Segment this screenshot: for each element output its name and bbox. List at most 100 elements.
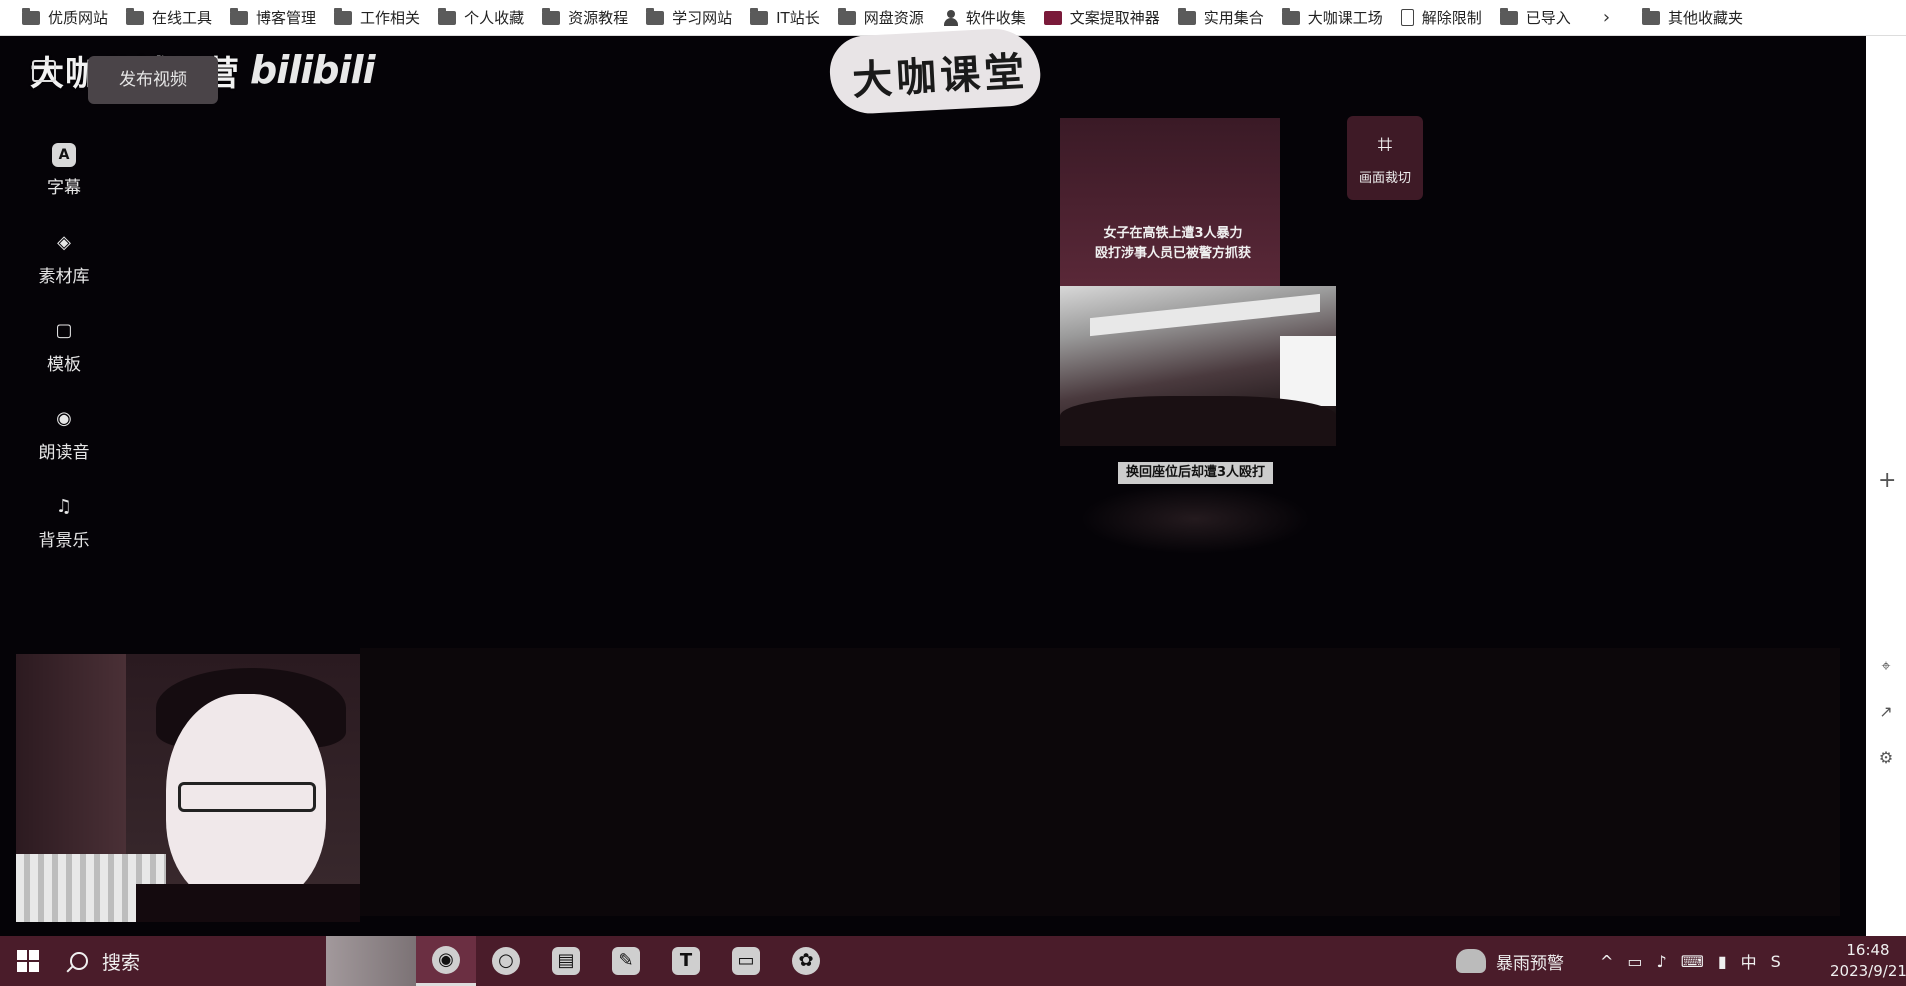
- chrome-app-icon: ○: [492, 947, 520, 975]
- preview-frame-image: [1060, 286, 1336, 446]
- sidebar-item-icon: ♫: [55, 496, 73, 517]
- sidebar-item-icon: ◉: [56, 408, 72, 429]
- timeline-panel[interactable]: [360, 648, 1840, 916]
- browser-side-panel: + ⌖ ↗ ⚙: [1866, 36, 1906, 936]
- clock-time: 16:48: [1846, 941, 1890, 959]
- bookmark-item[interactable]: 工作相关: [326, 0, 430, 36]
- bookmark-item[interactable]: 实用集合: [1170, 0, 1274, 36]
- folder-icon: [750, 7, 769, 25]
- app-icon: [1043, 10, 1062, 25]
- recorder-app-button[interactable]: ◉: [416, 936, 476, 986]
- chevron-right-icon: ›: [1602, 7, 1611, 28]
- bookmark-label: 解除限制: [1421, 9, 1482, 27]
- folder-icon: [1281, 7, 1300, 25]
- ime-mode[interactable]: 中: [1741, 949, 1757, 973]
- sidebar-item[interactable]: ▢ 模板: [20, 302, 108, 390]
- network-icon[interactable]: ▭: [1627, 952, 1642, 971]
- bookmarks-overflow-button[interactable]: ›: [1581, 0, 1634, 36]
- search-label: 搜索: [102, 951, 141, 974]
- bookmark-label: 文案提取神器: [1069, 9, 1160, 27]
- folder-icon: [22, 7, 40, 25]
- bookmark-label: 博客管理: [256, 9, 317, 27]
- taskbar-apps: ◉ ○ ▤ ✎ T ▭ ✿: [416, 936, 836, 986]
- windows-taskbar: 搜索 ◉ ○ ▤ ✎ T ▭ ✿ 暴雨预警 ^ ▭ ♪ ⌨ ▮ 中 S 16:48 2023…: [0, 936, 1906, 986]
- video-preview[interactable]: 女子在高铁上遭3人暴力 殴打涉事人员已被警方抓获 换回座位后却遭3人殴打: [1060, 118, 1336, 558]
- flower-app-button[interactable]: ✿: [776, 936, 836, 986]
- folder-icon: [334, 7, 353, 25]
- preview-caption-line2: 殴打涉事人员已被警方抓获: [1094, 246, 1251, 261]
- sidebar-item-label: 模板: [47, 354, 81, 375]
- bookmark-item[interactable]: 网盘资源: [830, 0, 934, 36]
- bookmark-item[interactable]: 资源教程: [534, 0, 638, 36]
- bookmark-item[interactable]: 博客管理: [222, 0, 326, 36]
- sidebar-item-icon: ▢: [55, 320, 73, 341]
- bookmark-item[interactable]: 大咖课工场: [1274, 0, 1393, 36]
- settings-gear-icon[interactable]: ⚙: [1876, 748, 1896, 768]
- sidebar-item[interactable]: ◈ 素材库: [20, 214, 108, 302]
- recorder-app-icon: ◉: [432, 945, 460, 974]
- folder-app-button[interactable]: ▭: [716, 936, 776, 986]
- bookmark-item[interactable]: IT站长: [742, 0, 830, 36]
- sidebar-item[interactable]: A 字幕: [20, 126, 108, 214]
- sogou-icon[interactable]: S: [1771, 952, 1781, 971]
- folder-icon: [438, 7, 457, 25]
- bookmark-label: 大咖课工场: [1307, 9, 1383, 27]
- webcam-overlay: [16, 654, 360, 922]
- notes-app-button[interactable]: ▤: [536, 936, 596, 986]
- ime-icon[interactable]: ⌨: [1681, 952, 1704, 971]
- sidebar-item[interactable]: ♫ 背景乐: [20, 478, 108, 566]
- taskbar-widget-thumbnail[interactable]: [326, 936, 416, 986]
- crop-button[interactable]: ⌗ 画面裁切: [1347, 116, 1423, 200]
- search-icon: [70, 952, 88, 970]
- preview-vignette: [1080, 484, 1310, 554]
- folder-app-icon: ▭: [732, 947, 760, 975]
- folder-icon: [646, 7, 665, 25]
- sidebar-item[interactable]: ◉ 朗读音: [20, 390, 108, 478]
- external-link-icon[interactable]: ↗: [1876, 702, 1896, 722]
- bookmark-item[interactable]: 个人收藏: [430, 0, 534, 36]
- bookmark-item[interactable]: 已导入: [1492, 0, 1581, 36]
- course-logo-text: 大咖课堂: [851, 49, 1030, 105]
- bookmark-item[interactable]: 在线工具: [118, 0, 222, 36]
- editor-app-button[interactable]: ✎: [596, 936, 656, 986]
- taskbar-search[interactable]: 搜索: [56, 936, 326, 986]
- crop-icon: ⌗: [1377, 130, 1393, 160]
- bookmark-label: 学习网站: [672, 9, 733, 27]
- bookmark-item[interactable]: 学习网站: [638, 0, 742, 36]
- sidebar-item-label: 字幕: [47, 177, 81, 198]
- system-tray: ^ ▭ ♪ ⌨ ▮ 中 S: [1600, 936, 1781, 986]
- bookmark-list: 优质网站 在线工具 博客管理 工作相关 个人收藏 资源教程 学习网站 IT站长 网盘资源 软件收集…: [14, 0, 1581, 36]
- rain-cloud-icon: [1456, 949, 1486, 973]
- taskbar-clock[interactable]: 16:48 2023/9/21: [1830, 940, 1906, 982]
- preview-caption-line1: 女子在高铁上遭3人暴力: [1103, 226, 1243, 241]
- publish-video-button[interactable]: 发布视频: [88, 56, 218, 104]
- other-bookmarks-folder[interactable]: 其他收藏夹: [1634, 0, 1753, 36]
- start-button[interactable]: [0, 936, 56, 986]
- other-bookmarks-label: 其他收藏夹: [1668, 9, 1744, 27]
- editor-app-icon: ✎: [612, 947, 640, 975]
- sidebar-item-label: 朗读音: [38, 442, 90, 463]
- folder-icon: [126, 7, 145, 25]
- folder-icon: [1177, 7, 1196, 25]
- person-icon: [942, 9, 960, 26]
- preview-subtitle: 换回座位后却遭3人殴打: [1118, 462, 1274, 484]
- folder-icon: [542, 7, 561, 25]
- typora-app-button[interactable]: T: [656, 936, 716, 986]
- bookmark-item[interactable]: 优质网站: [14, 0, 118, 36]
- screenshot-icon[interactable]: ⌖: [1876, 656, 1896, 676]
- bookmark-label: 个人收藏: [464, 9, 525, 27]
- tray-chevron-up-icon[interactable]: ^: [1600, 952, 1613, 971]
- notes-app-icon: ▤: [552, 947, 580, 975]
- add-panel-button[interactable]: +: [1878, 468, 1896, 493]
- weather-label: 暴雨预警: [1496, 953, 1564, 974]
- volume-icon[interactable]: ♪: [1657, 952, 1667, 971]
- battery-icon[interactable]: ▮: [1718, 952, 1727, 971]
- chrome-app-button[interactable]: ○: [476, 936, 536, 986]
- bookmark-item[interactable]: 文案提取神器: [1036, 0, 1170, 36]
- home-icon[interactable]: [32, 60, 56, 82]
- weather-widget[interactable]: 暴雨预警: [1456, 936, 1564, 986]
- bookmark-label: 工作相关: [360, 9, 421, 27]
- bookmark-item[interactable]: 解除限制: [1393, 0, 1492, 36]
- bookmark-label: 资源教程: [568, 9, 629, 27]
- bookmark-label: 优质网站: [48, 9, 109, 27]
